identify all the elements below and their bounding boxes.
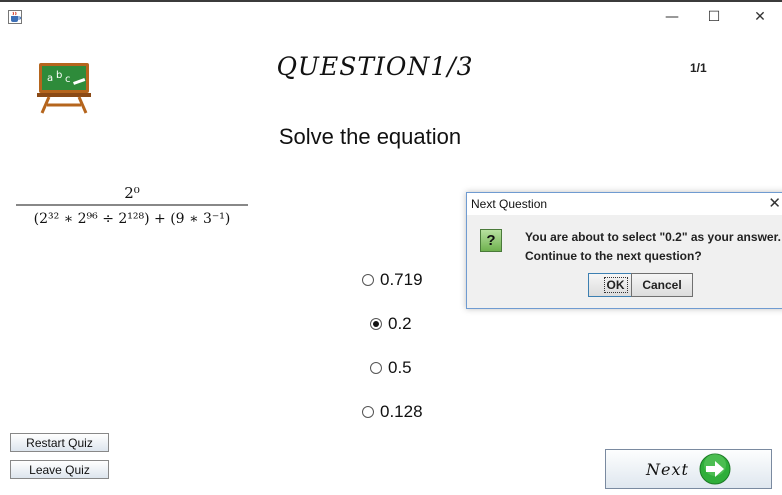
window-titlebar: — ☐ ✕ — [0, 2, 782, 30]
chalkboard-abc-icon: a b c — [37, 63, 91, 114]
green-arrow-icon — [699, 453, 731, 485]
dialog-title: Next Question — [471, 197, 548, 211]
answer-option-3[interactable]: 0.5 — [370, 358, 412, 378]
answer-option-label: 0.5 — [388, 358, 412, 377]
question-prompt: Solve the equation — [278, 124, 462, 149]
next-button-label: Next — [646, 459, 689, 479]
answer-option-label: 0.128 — [380, 402, 423, 421]
answer-option-4[interactable]: 0.128 — [362, 402, 423, 422]
cancel-button[interactable]: Cancel — [631, 273, 693, 297]
dialog-close-icon[interactable]: ✕ — [768, 194, 781, 212]
svg-text:b: b — [56, 70, 62, 81]
answer-option-label: 0.719 — [380, 270, 423, 289]
radio-button[interactable] — [370, 362, 382, 374]
ok-button-label: OK — [603, 277, 628, 293]
question-counter: 1/1 — [690, 61, 707, 75]
svg-text:c: c — [65, 74, 71, 85]
leave-quiz-button[interactable]: Leave Quiz — [10, 460, 109, 479]
dialog-message-line2: Continue to the next question? — [525, 249, 702, 263]
minimize-button[interactable]: — — [652, 4, 692, 30]
svg-text:a: a — [47, 73, 53, 84]
question-icon: ? — [480, 229, 502, 252]
radio-button[interactable] — [362, 406, 374, 418]
question-title: QUESTION1/3 — [276, 52, 474, 81]
radio-button[interactable] — [362, 274, 374, 286]
next-button[interactable]: Next — [605, 449, 772, 489]
maximize-button[interactable]: ☐ — [694, 4, 734, 30]
window-close-button[interactable]: ✕ — [740, 4, 780, 30]
restart-quiz-button[interactable]: Restart Quiz — [10, 433, 109, 452]
equation: 2⁰ (2³² ∗ 2⁹⁶ ÷ 2¹²⁸) + (9 ∗ 3⁻¹) — [16, 184, 248, 227]
answer-option-2[interactable]: 0.2 — [370, 314, 412, 334]
answer-option-1[interactable]: 0.719 — [362, 270, 423, 290]
answer-option-label: 0.2 — [388, 314, 412, 333]
radio-button-selected[interactable] — [370, 318, 382, 330]
confirm-dialog: Next Question ✕ ? You are about to selec… — [466, 192, 782, 309]
dialog-titlebar: Next Question ✕ — [467, 193, 782, 215]
equation-numerator: 2⁰ — [124, 184, 140, 202]
java-cup-icon — [8, 10, 22, 24]
dialog-message-line1: You are about to select "0.2" as your an… — [525, 230, 781, 244]
equation-denominator: (2³² ∗ 2⁹⁶ ÷ 2¹²⁸) + (9 ∗ 3⁻¹) — [34, 211, 231, 227]
